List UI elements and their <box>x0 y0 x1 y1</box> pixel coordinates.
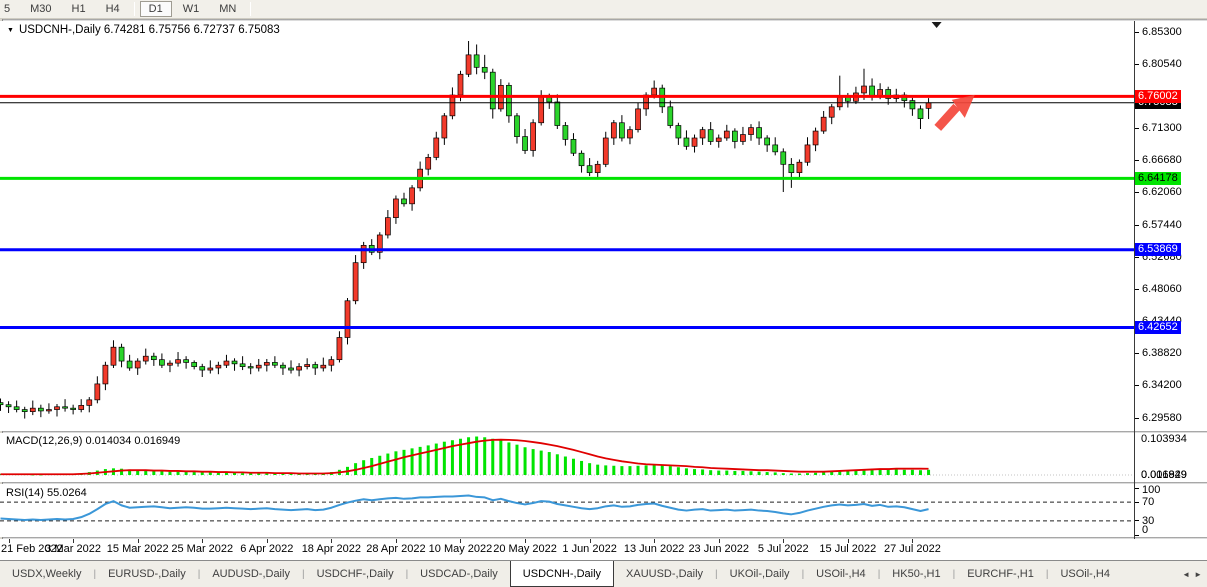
macd-min-label: 0.001829 <box>1141 469 1187 481</box>
macd-max-label: 0.103934 <box>1141 433 1187 445</box>
trend-arrow-annotation[interactable] <box>938 95 975 128</box>
toolbar-separator <box>250 2 251 16</box>
rsi-tick-label: 70 <box>1142 496 1154 508</box>
toolbar-separator <box>134 2 135 16</box>
tab-usoil-h4[interactable]: USOil-,H4 <box>1048 561 1122 587</box>
rsi-tick-label: 100 <box>1142 484 1160 496</box>
chart-shift-marker-icon[interactable] <box>932 22 942 28</box>
trading-platform-window: 5M30H1H4 D1W1MN 6.85300 6.80540 6.71300 6.66… <box>0 0 1207 587</box>
tab-ukoil-daily[interactable]: UKOil-,Daily <box>718 561 802 587</box>
date-tick-label: 1 Jun 2022 <box>562 543 616 555</box>
price-tick-label: 6.80540 <box>1142 58 1182 70</box>
price-tick-label: 6.29580 <box>1142 412 1182 424</box>
rsi-indicator-label: RSI(14) 55.0264 <box>6 487 87 499</box>
date-axis[interactable]: 21 Feb 20223 Mar 202215 Mar 202225 Mar 2… <box>0 539 1207 560</box>
tab-scroll-arrows: ◄► <box>1182 561 1207 587</box>
tab-eurusd-daily[interactable]: EURUSD-,Daily <box>96 561 198 587</box>
rsi-pane-canvas[interactable] <box>0 484 1135 537</box>
main-chart-canvas[interactable] <box>0 21 1135 431</box>
date-tick-label: 27 Jul 2022 <box>884 543 941 555</box>
tab-usdcad-daily[interactable]: USDCAD-,Daily <box>408 561 510 587</box>
timeframe-button-M30[interactable]: M30 <box>21 1 60 17</box>
level-badge-6.76002: 6.76002 <box>1135 90 1181 103</box>
date-tick-label: 6 Apr 2022 <box>240 543 293 555</box>
tab-usdx-weekly[interactable]: USDX,Weekly <box>0 561 93 587</box>
chart-tab-bar: USDX,Weekly|EURUSD-,Daily|AUDUSD-,Daily|… <box>0 560 1207 587</box>
tab-usdchf-daily[interactable]: USDCHF-,Daily <box>305 561 406 587</box>
timeframe-button-MN[interactable]: MN <box>210 1 245 17</box>
timeframe-toolbar: 5M30H1H4 D1W1MN <box>0 0 1207 19</box>
macd-indicator-label: MACD(12,26,9) 0.014034 0.016949 <box>6 435 180 447</box>
date-tick-label: 5 Jul 2022 <box>758 543 809 555</box>
rsi-line <box>1 496 929 520</box>
timeframe-button-W1[interactable]: W1 <box>174 1 209 17</box>
price-tick-label: 6.38820 <box>1142 347 1182 359</box>
price-tick-label: 6.48060 <box>1142 283 1182 295</box>
level-badge-6.64178: 6.64178 <box>1135 172 1181 185</box>
tab-xauusd-daily[interactable]: XAUUSD-,Daily <box>614 561 715 587</box>
date-tick-label: 13 Jun 2022 <box>624 543 685 555</box>
date-tick-label: 28 Apr 2022 <box>366 543 425 555</box>
timeframe-button-5[interactable]: 5 <box>0 1 19 17</box>
tab-hk50-h1[interactable]: HK50-,H1 <box>880 561 952 587</box>
rsi-axis: 10070300 <box>1135 484 1207 537</box>
timeframe-button-H4[interactable]: H4 <box>97 1 129 17</box>
tab-scroll-right-icon[interactable]: ► <box>1194 570 1202 579</box>
tab-audusd-daily[interactable]: AUDUSD-,Daily <box>200 561 302 587</box>
timeframe-button-H1[interactable]: H1 <box>63 1 95 17</box>
price-tick-label: 6.71300 <box>1142 122 1182 134</box>
tab-usoil-h4[interactable]: USOil-,H4 <box>804 561 878 587</box>
date-tick-label: 25 Mar 2022 <box>171 543 233 555</box>
date-tick-label: 18 Apr 2022 <box>302 543 361 555</box>
price-tick-label: 6.85300 <box>1142 26 1182 38</box>
timeframe-button-D1[interactable]: D1 <box>140 1 172 17</box>
level-badge-6.53869: 6.53869 <box>1135 243 1181 256</box>
date-tick-label: 23 Jun 2022 <box>688 543 749 555</box>
price-axis[interactable]: 6.85300 6.80540 6.71300 6.66680 6.62060 6.574… <box>1135 21 1207 431</box>
price-tick-label: 6.62060 <box>1142 186 1182 198</box>
date-tick-label: 10 May 2022 <box>429 543 493 555</box>
price-tick-label: 6.57440 <box>1142 219 1182 231</box>
date-tick-label: 20 May 2022 <box>493 543 557 555</box>
symbol-dropdown-icon[interactable]: ▼ <box>7 27 14 34</box>
rsi-tick-label: 0 <box>1142 524 1148 536</box>
date-tick-label: 15 Mar 2022 <box>107 543 169 555</box>
price-tick-label: 6.66680 <box>1142 154 1182 166</box>
price-tick-label: 6.34200 <box>1142 379 1182 391</box>
date-tick-label: 3 Mar 2022 <box>45 543 101 555</box>
tab-eurchf-h1[interactable]: EURCHF-,H1 <box>955 561 1046 587</box>
date-tick-label: 15 Jul 2022 <box>819 543 876 555</box>
chart-title-text: USDCNH-,Daily 6.74281 6.75756 6.72737 6.… <box>19 24 280 36</box>
chart-title[interactable]: ▼ USDCNH-,Daily 6.74281 6.75756 6.72737 6… <box>7 24 280 36</box>
tab-scroll-left-icon[interactable]: ◄ <box>1182 570 1190 579</box>
tab-usdcnh-daily[interactable]: USDCNH-,Daily <box>510 561 614 587</box>
macd-min-labels: 0.016949 0.001829 <box>1141 469 1205 481</box>
level-badge-6.42652: 6.42652 <box>1135 321 1181 334</box>
